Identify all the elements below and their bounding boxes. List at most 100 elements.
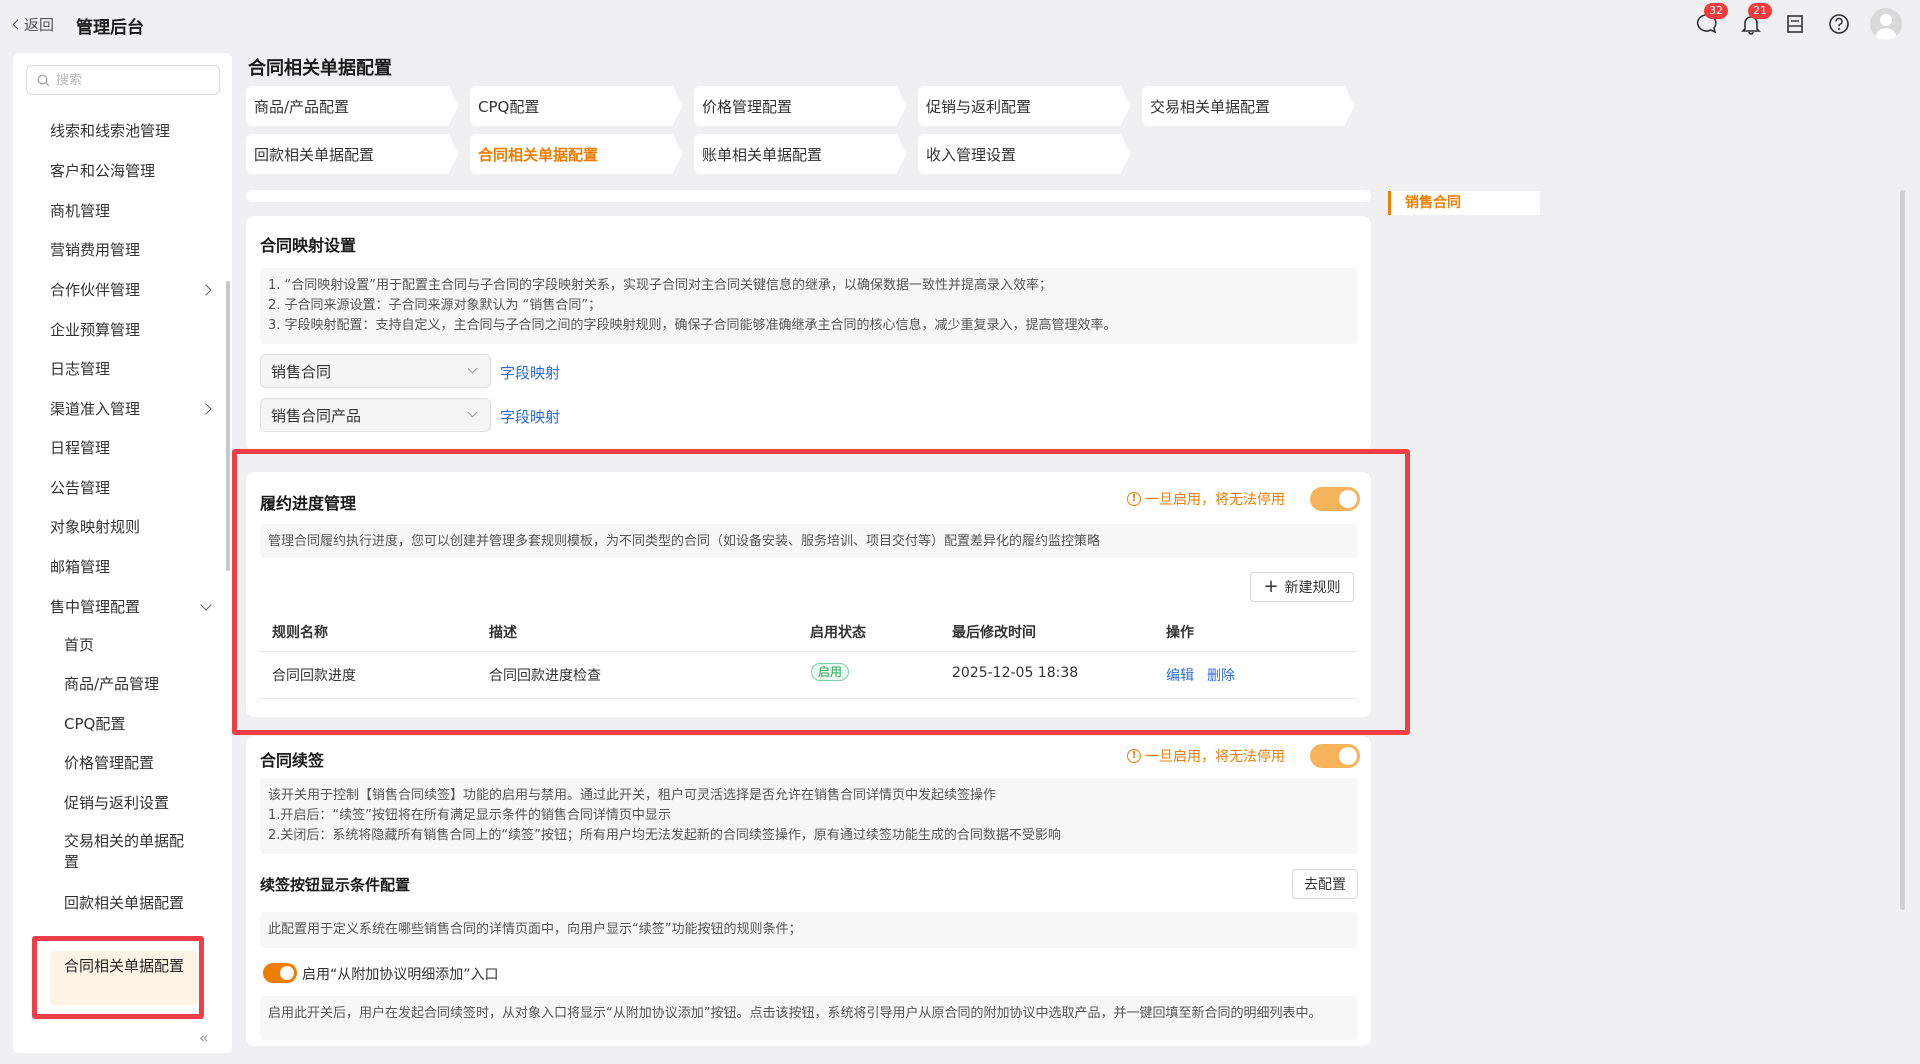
sidebar-item-object-mapping[interactable]: 对象映射规则 xyxy=(50,516,210,537)
sidebar-item-opportunities[interactable]: 商机管理 xyxy=(50,200,210,221)
addon-entry-toggle[interactable] xyxy=(263,963,297,983)
tab-label: 合同相关单据配置 xyxy=(478,145,599,164)
sidebar-item-label: 促销与返利设置 xyxy=(64,794,170,812)
select-value: 销售合同 xyxy=(271,362,332,381)
bell-icon[interactable]: 21 xyxy=(1738,3,1772,37)
chevron-right-icon xyxy=(200,283,212,296)
sidebar-item-label: 公告管理 xyxy=(50,479,111,497)
sidebar-item-label: 交易相关的单据配置 xyxy=(64,832,185,871)
sidebar-sub-item-payment-docs[interactable]: 回款相关单据配置 xyxy=(64,893,194,914)
warning-icon: ! xyxy=(1127,749,1141,763)
go-config-label: 去配置 xyxy=(1304,877,1346,893)
sidebar-item-label: 线索和线索池管理 xyxy=(50,122,171,140)
sidebar-sub-item-products[interactable]: 商品/产品管理 xyxy=(64,674,194,695)
help-icon[interactable] xyxy=(1826,11,1852,37)
top-icons: 32 21 xyxy=(1694,3,1902,40)
collapse-sidebar-icon[interactable]: « xyxy=(199,1028,209,1047)
chevron-down-icon xyxy=(467,363,478,374)
sidebar-item-channel-access[interactable]: 渠道准入管理 xyxy=(50,398,212,419)
tab-cpq[interactable]: CPQ配置 xyxy=(470,86,682,126)
go-config-button[interactable]: 去配置 xyxy=(1292,869,1358,899)
sidebar-item-label: 日志管理 xyxy=(50,360,111,378)
tab-payment-docs[interactable]: 回款相关单据配置 xyxy=(246,134,458,174)
tab-promotions[interactable]: 促销与返利配置 xyxy=(918,86,1130,126)
sidebar-sub-item-home[interactable]: 首页 xyxy=(64,635,194,656)
chevron-left-icon xyxy=(12,19,23,30)
previous-card-edge xyxy=(246,190,1371,202)
search-box[interactable] xyxy=(26,65,220,95)
sidebar-item-label: 价格管理配置 xyxy=(64,754,155,772)
sidebar-item-label: 邮箱管理 xyxy=(50,558,111,576)
notifications-badge: 21 xyxy=(1748,3,1772,19)
sidebar-item-label: 售中管理配置 xyxy=(50,598,141,616)
mapping-description: 1. “合同映射设置”用于配置主合同与子合同的字段映射关系，实现子合同对主合同关… xyxy=(260,268,1358,344)
sidebar-item-label: 营销费用管理 xyxy=(50,241,141,259)
anchor-sales-contract[interactable]: 销售合同 xyxy=(1388,191,1540,215)
sidebar-scrollbar[interactable] xyxy=(226,281,230,571)
select-value: 销售合同产品 xyxy=(271,406,362,425)
avatar[interactable] xyxy=(1870,8,1902,40)
sidebar-item-leads[interactable]: 线索和线索池管理 xyxy=(50,120,210,141)
tab-pricing[interactable]: 价格管理配置 xyxy=(694,86,906,126)
sidebar-item-label: 合作伙伴管理 xyxy=(50,281,141,299)
sidebar-item-label: 商机管理 xyxy=(50,202,111,220)
renewal-description: 该开关用于控制【销售合同续签】功能的启用与禁用。通过此开关，租户可灵活选择是否允… xyxy=(260,778,1358,854)
sidebar-sub-item-promotions[interactable]: 促销与返利设置 xyxy=(64,793,194,814)
renewal-desc-line: 1.开启后：“续签”按钮将在所有满足显示条件的销售合同详情页中显示 xyxy=(268,808,671,823)
tab-label: 价格管理配置 xyxy=(702,97,793,116)
inbox-icon[interactable] xyxy=(1782,11,1808,37)
sidebar-item-customers[interactable]: 客户和公海管理 xyxy=(50,160,210,181)
message-icon[interactable]: 32 xyxy=(1694,3,1728,37)
back-label: 返回 xyxy=(24,16,55,34)
sidebar-item-label: 渠道准入管理 xyxy=(50,400,141,418)
mapping-select-contract[interactable]: 销售合同 xyxy=(260,354,491,388)
sidebar: 线索和线索池管理 客户和公海管理 商机管理 营销费用管理 合作伙伴管理 企业预算… xyxy=(13,53,232,1053)
app-title: 管理后台 xyxy=(76,18,144,38)
tab-products[interactable]: 商品/产品配置 xyxy=(246,86,458,126)
tab-trade-docs[interactable]: 交易相关单据配置 xyxy=(1142,86,1354,126)
main-scrollbar[interactable] xyxy=(1900,190,1905,910)
sidebar-item-in-sales-config[interactable]: 售中管理配置 xyxy=(50,596,212,617)
mapping-desc-line: 3. 字段映射配置：支持自定义，主合同与子合同之间的字段映射规则，确保子合同能够… xyxy=(268,318,1117,333)
sidebar-item-partners[interactable]: 合作伙伴管理 xyxy=(50,279,212,300)
tab-revenue[interactable]: 收入管理设置 xyxy=(918,134,1130,174)
sidebar-item-announcements[interactable]: 公告管理 xyxy=(50,477,210,498)
sidebar-sub-item-trade-docs[interactable]: 交易相关的单据配置 xyxy=(64,831,194,873)
sidebar-item-label: 日程管理 xyxy=(50,439,111,457)
search-icon xyxy=(37,73,50,86)
sidebar-item-logs[interactable]: 日志管理 xyxy=(50,358,210,379)
field-mapping-link-2[interactable]: 字段映射 xyxy=(500,406,560,427)
tab-label: 收入管理设置 xyxy=(926,145,1017,164)
tab-billing-docs[interactable]: 账单相关单据配置 xyxy=(694,134,906,174)
warning-text: 一旦启用，将无法停用 xyxy=(1145,749,1285,765)
field-mapping-link-1[interactable]: 字段映射 xyxy=(500,362,560,383)
tab-label: 商品/产品配置 xyxy=(254,97,350,116)
mapping-desc-line: 1. “合同映射设置”用于配置主合同与子合同的字段映射关系，实现子合同对主合同关… xyxy=(268,278,1053,293)
sidebar-item-mailbox[interactable]: 邮箱管理 xyxy=(50,556,210,577)
mapping-select-contract-product[interactable]: 销售合同产品 xyxy=(260,398,491,432)
addon-description: 启用此开关后，用户在发起合同续签时，从对象入口将显示“从附加协议添加”按钮。点击… xyxy=(260,996,1358,1040)
sidebar-item-label: 客户和公海管理 xyxy=(50,162,156,180)
mapping-desc-line: 2. 子合同来源设置：子合同来源对象默认为 “销售合同”； xyxy=(268,298,602,313)
renewal-toggle[interactable] xyxy=(1310,744,1360,768)
sidebar-sub-item-cpq[interactable]: CPQ配置 xyxy=(64,714,194,735)
tab-contract-docs[interactable]: 合同相关单据配置 xyxy=(470,134,682,174)
sidebar-item-label: 企业预算管理 xyxy=(50,321,141,339)
sidebar-item-schedule[interactable]: 日程管理 xyxy=(50,437,210,458)
tab-label: 账单相关单据配置 xyxy=(702,145,823,164)
sidebar-sub-item-pricing[interactable]: 价格管理配置 xyxy=(64,753,194,774)
renewal-desc-line: 2.关闭后：系统将隐藏所有销售合同上的“续签”按钮；所有用户均无法发起新的合同续… xyxy=(268,828,1061,843)
renewal-title: 合同续签 xyxy=(260,751,325,770)
sidebar-item-label: 商品/产品管理 xyxy=(64,675,160,693)
mapping-title: 合同映射设置 xyxy=(260,236,357,255)
renewal-condition-title: 续签按钮显示条件配置 xyxy=(260,876,411,894)
back-button[interactable]: 返回 xyxy=(12,14,55,35)
sidebar-highlight-box xyxy=(32,936,204,1019)
sidebar-item-budget[interactable]: 企业预算管理 xyxy=(50,319,210,340)
fulfillment-highlight-box xyxy=(232,449,1410,735)
renewal-desc-line: 该开关用于控制【销售合同续签】功能的启用与禁用。通过此开关，租户可灵活选择是否允… xyxy=(268,788,997,803)
search-input[interactable] xyxy=(56,72,206,88)
sidebar-item-marketing-costs[interactable]: 营销费用管理 xyxy=(50,239,210,260)
chevron-down-icon xyxy=(200,598,212,611)
tab-label: 促销与返利配置 xyxy=(926,97,1032,116)
